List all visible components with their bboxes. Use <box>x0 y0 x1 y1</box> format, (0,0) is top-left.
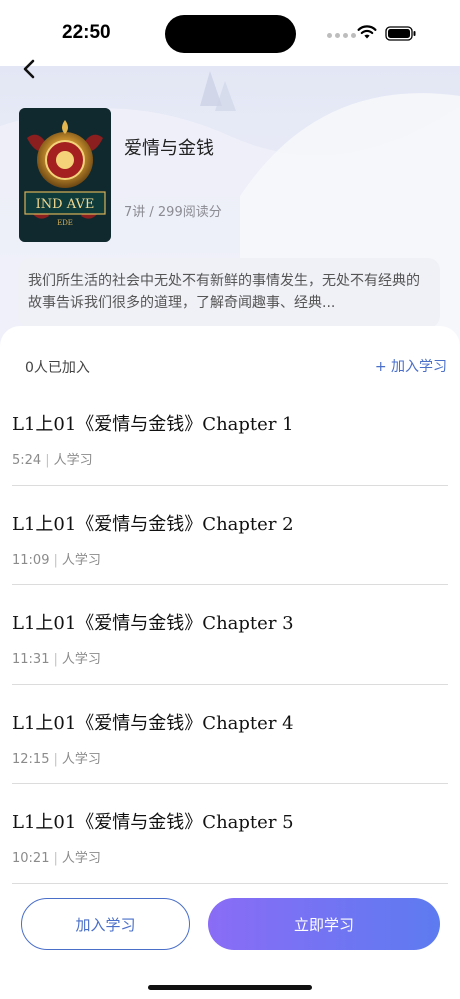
chapter-meta: 10:21 | 人学习 <box>12 847 101 866</box>
chapter-title: L1上01《爱情与金钱》Chapter 5 <box>12 812 294 834</box>
join-study-button[interactable]: 加入学习 <box>21 898 190 950</box>
wifi-icon <box>357 25 377 39</box>
book-description: 我们所生活的社会中无处不有新鲜的事情发生，无处不有经典的故事告诉我们很多的道理，… <box>28 273 420 311</box>
cellular-signal-icon <box>327 33 356 38</box>
chapter-duration: 10:21 <box>12 851 50 867</box>
chapter-item[interactable]: L1上01《爱情与金钱》Chapter 2 11:09 | 人学习 <box>12 486 448 586</box>
battery-icon <box>385 26 416 41</box>
book-title: 爱情与金钱 <box>124 138 214 159</box>
chapter-item[interactable]: L1上01《爱情与金钱》Chapter 1 5:24 | 人学习 <box>12 386 448 486</box>
joined-count: 0人已加入 <box>25 360 90 376</box>
chapter-list: L1上01《爱情与金钱》Chapter 1 5:24 | 人学习 L1上01《爱情与… <box>12 386 448 884</box>
chapter-item[interactable]: L1上01《爱情与金钱》Chapter 4 12:15 | 人学习 <box>12 685 448 785</box>
cover-title-text: IND AVE <box>36 197 95 212</box>
chapter-item[interactable]: L1上01《爱情与金钱》Chapter 5 10:21 | 人学习 <box>12 784 448 884</box>
chapter-learners: 人学习 <box>53 453 93 468</box>
back-arrow-icon[interactable] <box>20 58 40 80</box>
book-stats: 7讲 / 299阅读分 <box>124 205 222 220</box>
meta-separator: | <box>53 552 58 568</box>
cover-subtitle-text: EDE <box>57 219 73 227</box>
meta-separator: | <box>53 851 58 867</box>
chapter-title: L1上01《爱情与金钱》Chapter 2 <box>12 513 294 535</box>
chapter-meta: 5:24 | 人学习 <box>12 449 93 468</box>
chapter-meta: 11:09 | 人学习 <box>12 549 101 568</box>
chapter-duration: 11:09 <box>12 552 50 568</box>
meta-separator: | <box>45 453 50 468</box>
bottom-action-bar: 加入学习 立即学习 <box>0 887 460 999</box>
dynamic-island <box>165 15 296 53</box>
meta-separator: | <box>53 652 58 668</box>
chapter-item[interactable]: L1上01《爱情与金钱》Chapter 3 11:31 | 人学习 <box>12 585 448 685</box>
chapter-meta: 12:15 | 人学习 <box>12 748 101 767</box>
chapter-duration: 5:24 <box>12 453 42 468</box>
join-study-link[interactable]: + 加入学习 <box>375 356 447 376</box>
meta-separator: | <box>53 751 58 767</box>
chapter-duration: 11:31 <box>12 652 50 668</box>
chapter-learners: 人学习 <box>61 652 101 668</box>
chapter-title: L1上01《爱情与金钱》Chapter 4 <box>12 712 294 734</box>
chapter-learners: 人学习 <box>61 851 101 867</box>
home-indicator[interactable] <box>148 985 312 990</box>
status-bar: 22:50 <box>0 0 460 66</box>
chapter-meta: 11:31 | 人学习 <box>12 648 101 667</box>
book-cover: IND AVE EDE <box>19 108 111 242</box>
chapter-duration: 12:15 <box>12 751 50 767</box>
book-description-card[interactable]: 我们所生活的社会中无处不有新鲜的事情发生，无处不有经典的故事告诉我们很多的道理，… <box>18 258 440 328</box>
chapter-learners: 人学习 <box>61 751 101 767</box>
chapter-title: L1上01《爱情与金钱》Chapter 3 <box>12 613 294 635</box>
chapter-title: L1上01《爱情与金钱》Chapter 1 <box>12 414 294 435</box>
status-time: 22:50 <box>62 22 111 43</box>
chapter-learners: 人学习 <box>61 552 101 568</box>
start-study-button[interactable]: 立即学习 <box>208 898 440 950</box>
